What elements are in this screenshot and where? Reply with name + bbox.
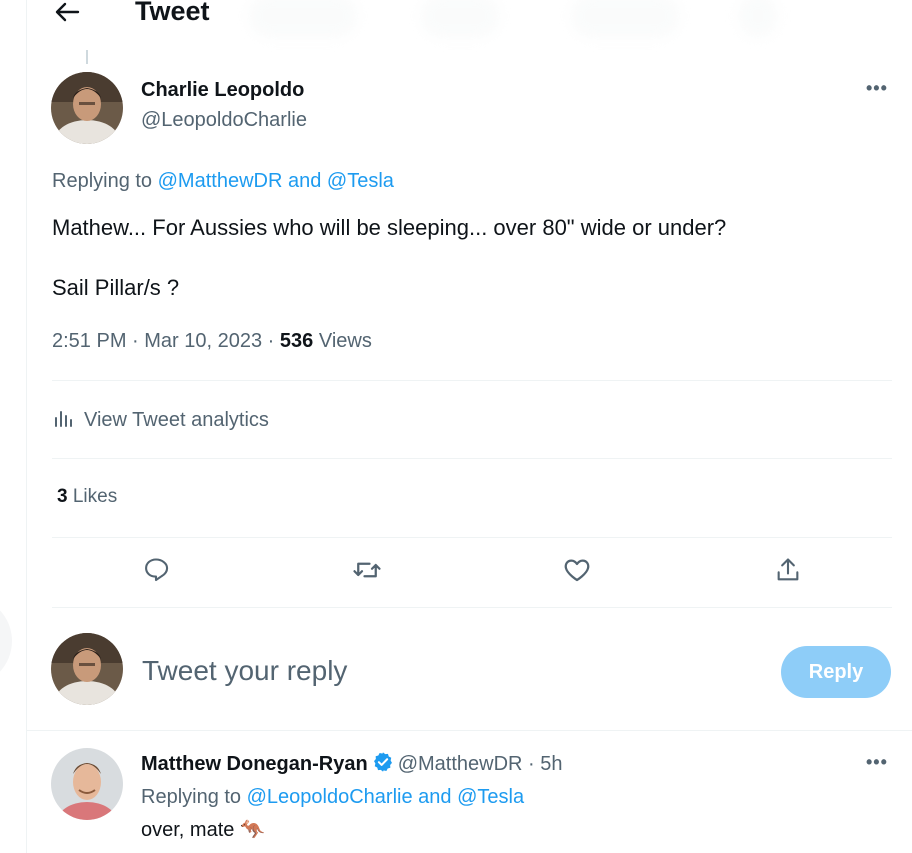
reply-replying-to: Replying to @LeopoldoCharlie and @Tesla <box>141 784 524 810</box>
divider <box>52 380 892 381</box>
tweet-text-line: Mathew... For Aussies who will be sleepi… <box>52 215 727 240</box>
left-border <box>26 0 27 853</box>
mention-link[interactable]: @Tesla <box>457 786 524 808</box>
reply-author-handle[interactable]: @MatthewDR <box>398 753 523 775</box>
user-avatar[interactable] <box>51 633 123 705</box>
tweet-text-line: Sail Pillar/s ? <box>52 275 180 300</box>
replying-prefix: Replying to <box>141 786 247 808</box>
meta-separator: · <box>126 330 145 352</box>
author-handle[interactable]: @LeopoldoCharlie <box>141 108 307 132</box>
background-shade <box>0 596 12 686</box>
divider <box>52 458 892 459</box>
replying-and: and <box>282 170 327 192</box>
tweet-meta: 2:51 PM · Mar 10, 2023 · 536 Views <box>52 328 372 354</box>
more-options-icon[interactable]: ••• <box>866 78 888 99</box>
like-button[interactable] <box>561 556 593 588</box>
replying-and: and <box>412 786 458 808</box>
mention-link[interactable]: @LeopoldoCharlie <box>247 786 413 808</box>
divider <box>52 607 892 608</box>
likes-count: 3 <box>57 486 68 507</box>
retweet-button[interactable] <box>351 556 383 588</box>
page-header: Tweet <box>0 0 912 30</box>
replying-to: Replying to @MatthewDR and @Tesla <box>52 168 394 194</box>
reply-header: Matthew Donegan-Ryan @MatthewDR · 5h <box>141 751 563 780</box>
divider <box>52 537 892 538</box>
reply-input[interactable]: Tweet your reply <box>142 653 347 689</box>
heart-icon <box>562 555 592 590</box>
likes-count-link[interactable]: 3 Likes <box>57 485 117 509</box>
reply-button[interactable] <box>140 556 172 588</box>
reply-text: over, mate 🦘 <box>141 817 265 843</box>
view-analytics-link[interactable]: View Tweet analytics <box>52 406 269 434</box>
author-avatar[interactable] <box>51 72 123 144</box>
tweet-date[interactable]: Mar 10, 2023 <box>144 330 262 352</box>
tweet-time[interactable]: 2:51 PM <box>52 330 126 352</box>
page-title: Tweet <box>135 0 210 26</box>
comment-icon <box>142 556 170 589</box>
views-count: 536 <box>279 330 314 352</box>
analytics-icon <box>52 406 76 435</box>
meta-separator: · <box>262 330 280 352</box>
reply-submit-button[interactable]: Reply <box>781 646 891 698</box>
divider <box>26 730 912 731</box>
reply-author-avatar[interactable] <box>51 748 123 820</box>
views-label: Views <box>313 330 372 352</box>
reply-text-body: over, mate <box>141 819 240 841</box>
share-button[interactable] <box>772 556 804 588</box>
thread-connector-line <box>86 50 88 64</box>
reply-time[interactable]: 5h <box>540 753 562 775</box>
verified-badge-icon <box>372 751 394 780</box>
retweet-icon <box>352 555 382 590</box>
likes-label: Likes <box>67 486 118 507</box>
replying-prefix: Replying to <box>52 170 158 192</box>
author-name[interactable]: Charlie Leopoldo <box>141 78 304 102</box>
analytics-label: View Tweet analytics <box>84 408 269 431</box>
reply-author-name[interactable]: Matthew Donegan-Ryan <box>141 753 368 775</box>
mention-link[interactable]: @Tesla <box>327 170 394 192</box>
reply-time-separator: · <box>522 753 541 775</box>
back-arrow-icon[interactable] <box>54 0 80 24</box>
reply-more-options-icon[interactable]: ••• <box>866 752 888 773</box>
share-icon <box>774 556 802 589</box>
kangaroo-emoji: 🦘 <box>239 819 265 841</box>
mention-link[interactable]: @MatthewDR <box>158 170 283 192</box>
